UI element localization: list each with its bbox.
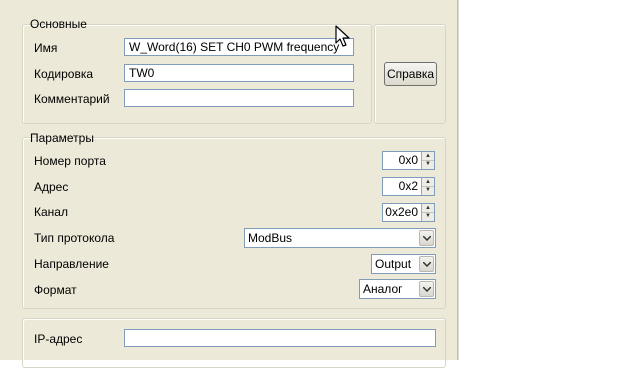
direction-label: Направление <box>34 257 109 271</box>
name-label: Имя <box>34 41 58 55</box>
ip-label: IP-адрес <box>34 332 83 346</box>
comment-label: Комментарий <box>34 92 110 106</box>
comment-field[interactable] <box>124 89 354 107</box>
chevron-down-icon[interactable] <box>419 281 434 297</box>
channel-stepper[interactable]: 0x2e0 ▲ ▼ <box>382 203 435 222</box>
format-value: Аналог <box>363 282 403 296</box>
dialog-border <box>457 0 459 360</box>
direction-value: Output <box>375 257 412 271</box>
protocol-value: ModBus <box>248 231 293 245</box>
chevron-down-icon[interactable] <box>419 230 434 246</box>
help-button[interactable]: Справка <box>384 62 437 86</box>
encoding-field[interactable]: TW0 <box>124 64 354 82</box>
spin-down-icon[interactable]: ▼ <box>422 212 434 220</box>
format-label: Формат <box>34 283 77 297</box>
encoding-label: Кодировка <box>34 67 94 81</box>
chevron-down-icon[interactable] <box>419 256 434 272</box>
protocol-select[interactable]: ModBus <box>244 228 436 248</box>
port-stepper[interactable]: 0x0 ▲ ▼ <box>382 151 435 170</box>
mouse-pointer-icon <box>335 25 350 47</box>
params-group-title: Параметры <box>30 131 94 145</box>
properties-dialog: Основные Имя W_Word(16) SET CH0 PWM freq… <box>0 0 457 368</box>
protocol-label: Тип протокола <box>34 231 115 245</box>
basic-group-title: Основные <box>30 17 87 31</box>
direction-select[interactable]: Output <box>371 254 436 274</box>
port-label: Номер порта <box>34 154 106 168</box>
ip-field[interactable] <box>124 329 436 347</box>
channel-value: 0x2e0 <box>385 205 418 219</box>
format-select[interactable]: Аналог <box>359 279 436 299</box>
name-field[interactable]: W_Word(16) SET CH0 PWM frequency <box>124 38 354 56</box>
address-value: 0x2 <box>398 179 418 193</box>
port-value: 0x0 <box>398 153 418 167</box>
channel-label: Канал <box>34 205 68 219</box>
address-label: Адрес <box>34 180 69 194</box>
spin-down-icon[interactable]: ▼ <box>422 186 434 194</box>
spin-down-icon[interactable]: ▼ <box>422 160 434 168</box>
address-stepper[interactable]: 0x2 ▲ ▼ <box>382 177 435 196</box>
